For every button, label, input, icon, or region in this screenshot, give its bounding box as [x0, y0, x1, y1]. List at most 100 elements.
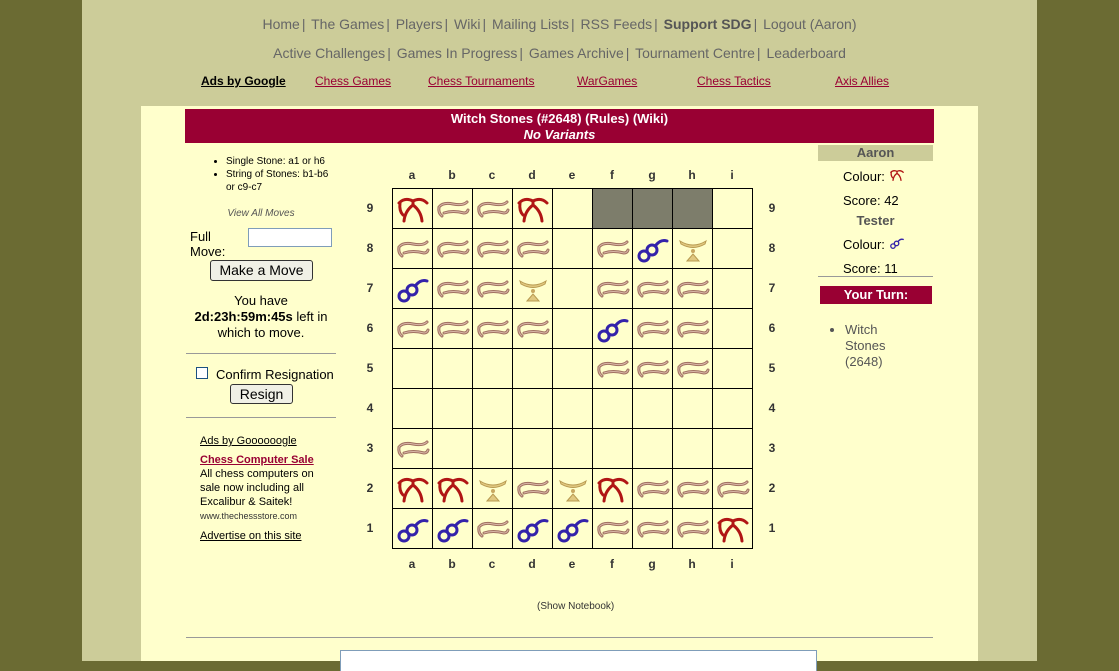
board-square-c3[interactable]: [473, 429, 513, 469]
full-move-input[interactable]: [248, 228, 332, 247]
board-square-a5[interactable]: [393, 349, 433, 389]
board-square-f7[interactable]: [593, 269, 633, 309]
board-square-i4[interactable]: [713, 389, 753, 429]
board-square-i9[interactable]: [713, 189, 753, 229]
board-square-g1[interactable]: [633, 509, 673, 549]
board-square-e6[interactable]: [553, 309, 593, 349]
board-square-b7[interactable]: [433, 269, 473, 309]
board-square-e7[interactable]: [553, 269, 593, 309]
view-all-moves-link[interactable]: View All Moves: [186, 208, 336, 219]
advertise-link[interactable]: Advertise on this site: [200, 529, 330, 543]
board-square-c2[interactable]: [473, 469, 513, 509]
board-square-f8[interactable]: [593, 229, 633, 269]
board-square-b4[interactable]: [433, 389, 473, 429]
board-square-g3[interactable]: [633, 429, 673, 469]
board-square-f2[interactable]: [593, 469, 633, 509]
board-square-h6[interactable]: [673, 309, 713, 349]
board-square-e4[interactable]: [553, 389, 593, 429]
resign-button[interactable]: Resign: [230, 384, 293, 404]
ad-title-link[interactable]: Chess Computer Sale: [200, 453, 330, 467]
board-square-h3[interactable]: [673, 429, 713, 469]
board-square-f1[interactable]: [593, 509, 633, 549]
board-square-b2[interactable]: [433, 469, 473, 509]
nav-rss-feeds[interactable]: RSS Feeds: [581, 16, 653, 32]
board-square-d7[interactable]: [513, 269, 553, 309]
nav-games-in-progress[interactable]: Games In Progress: [397, 45, 518, 61]
board-square-i6[interactable]: [713, 309, 753, 349]
nav-tournament-centre[interactable]: Tournament Centre: [635, 45, 755, 61]
board-square-h4[interactable]: [673, 389, 713, 429]
show-notebook-link[interactable]: (Show Notebook): [537, 601, 614, 612]
board-square-d9[interactable]: [513, 189, 553, 229]
board-square-f6[interactable]: [593, 309, 633, 349]
nav-players[interactable]: Players: [396, 16, 443, 32]
make-move-button[interactable]: Make a Move: [210, 260, 313, 281]
nav-the-games[interactable]: The Games: [311, 16, 384, 32]
board-square-a9[interactable]: [393, 189, 433, 229]
ad-link-axis-allies[interactable]: Axis Allies: [835, 74, 889, 88]
ad-link-wargames[interactable]: WarGames: [577, 74, 637, 88]
board-square-c6[interactable]: [473, 309, 513, 349]
nav-games-archive[interactable]: Games Archive: [529, 45, 624, 61]
board-square-a2[interactable]: [393, 469, 433, 509]
board-square-a6[interactable]: [393, 309, 433, 349]
board-square-d5[interactable]: [513, 349, 553, 389]
board-square-c7[interactable]: [473, 269, 513, 309]
board-square-g7[interactable]: [633, 269, 673, 309]
board-square-d4[interactable]: [513, 389, 553, 429]
board-square-g2[interactable]: [633, 469, 673, 509]
board-square-h2[interactable]: [673, 469, 713, 509]
board-square-d1[interactable]: [513, 509, 553, 549]
board-square-d6[interactable]: [513, 309, 553, 349]
nav-mailing-lists[interactable]: Mailing Lists: [492, 16, 569, 32]
board-square-b6[interactable]: [433, 309, 473, 349]
board-square-h7[interactable]: [673, 269, 713, 309]
board-square-i2[interactable]: [713, 469, 753, 509]
board-square-a3[interactable]: [393, 429, 433, 469]
nav-active-challenges[interactable]: Active Challenges: [273, 45, 385, 61]
board-square-b5[interactable]: [433, 349, 473, 389]
board-square-d8[interactable]: [513, 229, 553, 269]
nav-logout[interactable]: Logout (Aaron): [763, 16, 856, 32]
board-square-b3[interactable]: [433, 429, 473, 469]
board-square-f3[interactable]: [593, 429, 633, 469]
board-square-g9[interactable]: [633, 189, 673, 229]
ad-link-chess-games[interactable]: Chess Games: [315, 74, 391, 88]
nav-support-sdg[interactable]: Support SDG: [664, 16, 752, 32]
board-square-h5[interactable]: [673, 349, 713, 389]
ad-link-chess-tournaments[interactable]: Chess Tournaments: [428, 74, 535, 88]
board-square-b8[interactable]: [433, 229, 473, 269]
board-square-e2[interactable]: [553, 469, 593, 509]
board-square-a4[interactable]: [393, 389, 433, 429]
ad-link-chess-tactics[interactable]: Chess Tactics: [697, 74, 771, 88]
ad-url[interactable]: www.thechessstore.com: [200, 509, 330, 523]
board-square-i8[interactable]: [713, 229, 753, 269]
board-square-h8[interactable]: [673, 229, 713, 269]
board-square-h1[interactable]: [673, 509, 713, 549]
game-board[interactable]: [392, 188, 753, 549]
confirm-resignation-checkbox[interactable]: [196, 367, 208, 379]
board-square-a7[interactable]: [393, 269, 433, 309]
board-square-e1[interactable]: [553, 509, 593, 549]
board-square-b9[interactable]: [433, 189, 473, 229]
board-square-i5[interactable]: [713, 349, 753, 389]
board-square-c5[interactable]: [473, 349, 513, 389]
board-square-g4[interactable]: [633, 389, 673, 429]
board-square-g6[interactable]: [633, 309, 673, 349]
nav-home[interactable]: Home: [262, 16, 299, 32]
board-square-a1[interactable]: [393, 509, 433, 549]
nav-wiki[interactable]: Wiki: [454, 16, 480, 32]
board-square-i1[interactable]: [713, 509, 753, 549]
board-square-f5[interactable]: [593, 349, 633, 389]
nav-leaderboard[interactable]: Leaderboard: [766, 45, 845, 61]
board-square-e8[interactable]: [553, 229, 593, 269]
ads-by-google-label[interactable]: Ads by Google: [201, 74, 286, 88]
board-square-g8[interactable]: [633, 229, 673, 269]
board-square-d3[interactable]: [513, 429, 553, 469]
board-square-c1[interactable]: [473, 509, 513, 549]
board-square-c9[interactable]: [473, 189, 513, 229]
ad-heading[interactable]: Ads by Goooooogle: [200, 434, 330, 448]
board-square-i7[interactable]: [713, 269, 753, 309]
board-square-a8[interactable]: [393, 229, 433, 269]
board-square-c8[interactable]: [473, 229, 513, 269]
